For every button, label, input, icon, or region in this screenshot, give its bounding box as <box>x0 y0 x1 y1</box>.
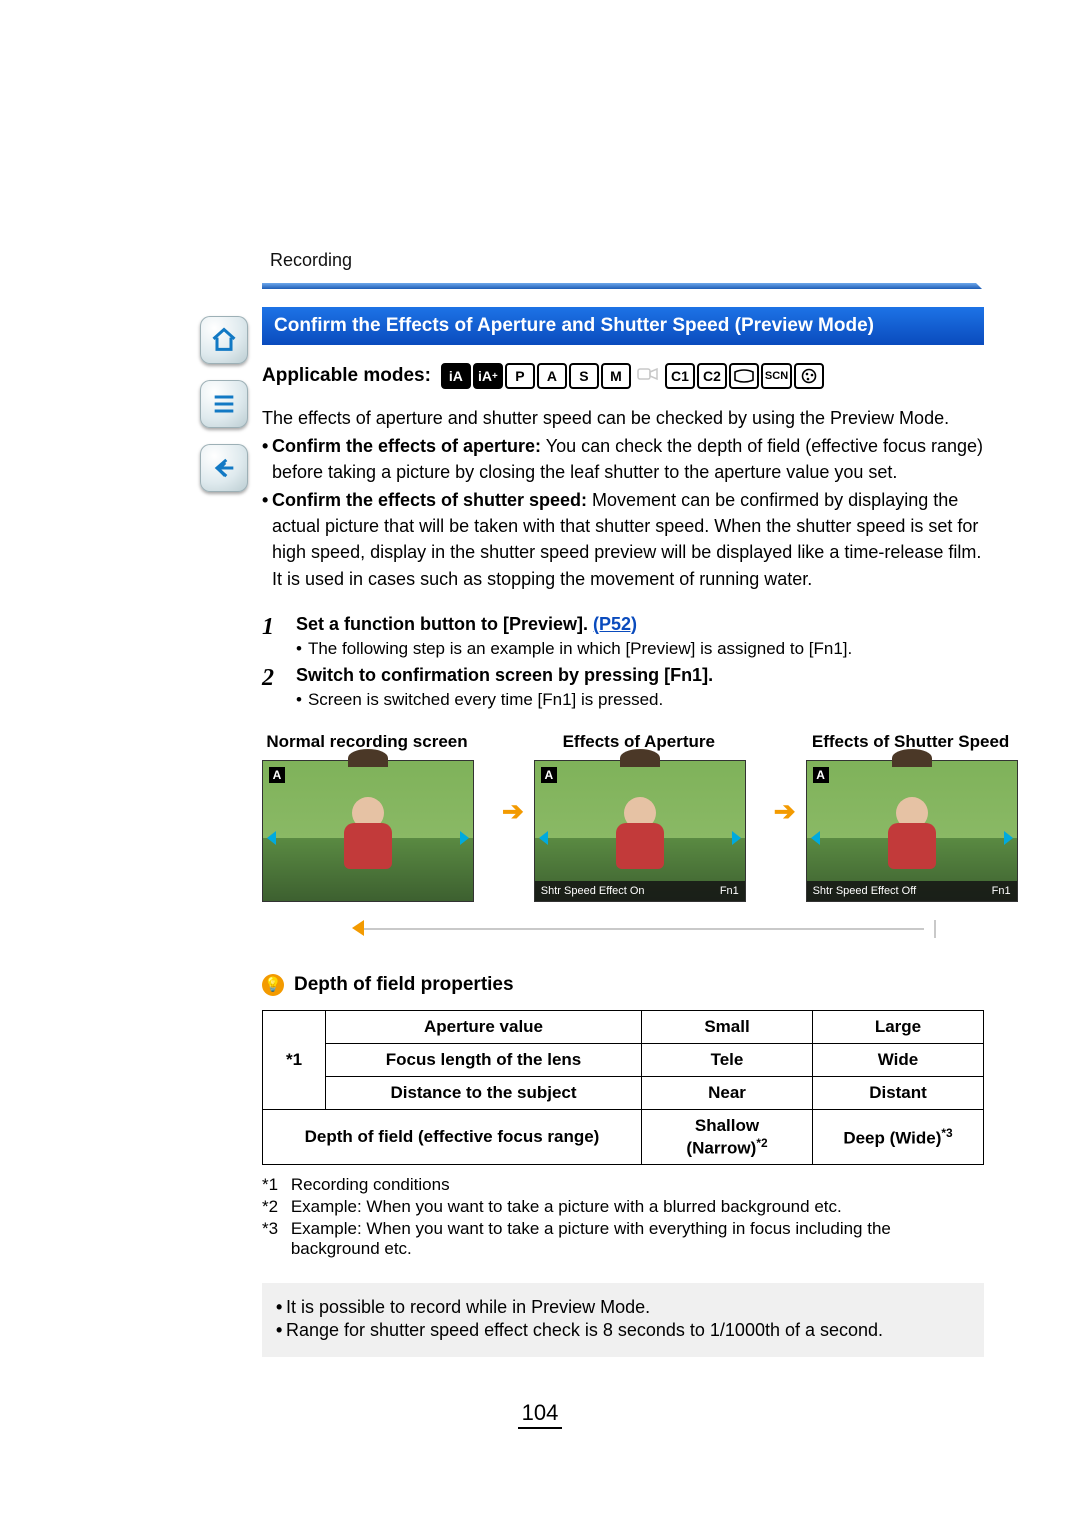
mode-movie-icon <box>633 363 663 385</box>
mode-icons-row: iA iA+ P A S M C1 C2 SCN <box>441 363 824 389</box>
footnotes: *1 Recording conditions *2 Example: When… <box>262 1175 984 1259</box>
side-nav <box>200 316 248 492</box>
arrow-right-icon: ➔ <box>774 796 796 827</box>
mode-C2: C2 <box>697 363 727 389</box>
list-icon[interactable] <box>200 380 248 428</box>
table-star: *1 <box>263 1010 326 1109</box>
return-arrow <box>262 916 984 946</box>
dof-subheading: 💡 Depth of field properties <box>262 974 984 996</box>
tip-icon: 💡 <box>262 974 284 996</box>
section-tag: Recording <box>262 250 984 271</box>
mode-C1: C1 <box>665 363 695 389</box>
screen-aperture: A Shtr Speed Effect OnFn1 <box>534 760 746 902</box>
screen-shutter: A Shtr Speed Effect OffFn1 <box>806 760 1018 902</box>
divider-bar <box>262 283 984 289</box>
mode-iA-icon: iA <box>441 363 471 389</box>
mode-S: S <box>569 363 599 389</box>
step-1: 1 Set a function button to [Preview]. (P… <box>262 614 984 659</box>
mode-art-icon <box>794 363 824 389</box>
page-heading: Confirm the Effects of Aperture and Shut… <box>262 307 984 345</box>
mode-iAplus-icon: iA+ <box>473 363 503 389</box>
page-number: 104 <box>0 1400 1080 1426</box>
bottom-note: •It is possible to record while in Previ… <box>262 1283 984 1357</box>
step-2: 2 Switch to confirmation screen by press… <box>262 665 984 710</box>
mode-A: A <box>537 363 567 389</box>
mode-P: P <box>505 363 535 389</box>
screen-normal: A <box>262 760 474 902</box>
aperture-bullet: • Confirm the effects of aperture: You c… <box>262 433 984 485</box>
home-icon[interactable] <box>200 316 248 364</box>
back-icon[interactable] <box>200 444 248 492</box>
dof-table: *1 Aperture value Small Large Focus leng… <box>262 1010 984 1166</box>
link-p52[interactable]: (P52) <box>593 614 637 634</box>
intro-text: The effects of aperture and shutter spee… <box>262 405 984 592</box>
arrow-right-icon: ➔ <box>502 796 524 827</box>
applicable-label: Applicable modes: <box>262 365 431 387</box>
mode-SCN: SCN <box>761 363 792 389</box>
screens-row: Normal recording screen A ➔ Effects of A… <box>262 732 984 902</box>
mode-panorama-icon <box>729 363 759 389</box>
shutter-bullet: • Confirm the effects of shutter speed: … <box>262 487 984 591</box>
mode-M: M <box>601 363 631 389</box>
